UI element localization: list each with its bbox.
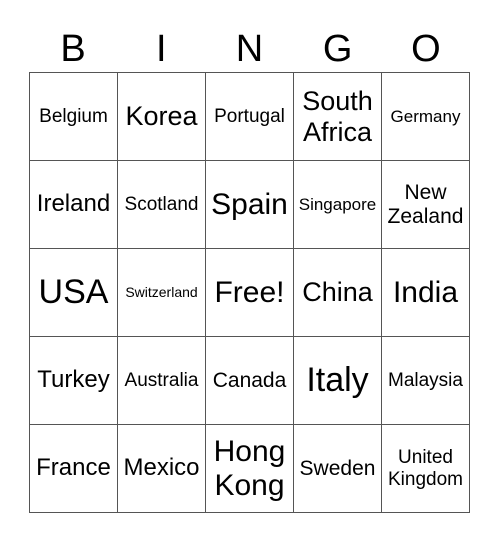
bingo-cell[interactable]: Spain <box>206 161 294 249</box>
bingo-cell[interactable]: Scotland <box>118 161 206 249</box>
bingo-cell[interactable]: Hong Kong <box>206 425 294 513</box>
bingo-cell[interactable]: China <box>294 249 382 337</box>
bingo-header: B I N G O <box>29 26 470 72</box>
bingo-cell[interactable]: South Africa <box>294 73 382 161</box>
header-letter-g: G <box>322 28 353 70</box>
bingo-cell[interactable]: Malaysia <box>382 337 470 425</box>
bingo-cell[interactable]: Belgium <box>30 73 118 161</box>
free-space-cell[interactable]: Free! <box>206 249 294 337</box>
bingo-grid: Belgium Korea Portugal South Africa Germ… <box>29 72 470 513</box>
bingo-cell[interactable]: Turkey <box>30 337 118 425</box>
header-letter-i: I <box>156 28 167 70</box>
bingo-cell[interactable]: Mexico <box>118 425 206 513</box>
bingo-cell[interactable]: Italy <box>294 337 382 425</box>
bingo-cell[interactable]: Singapore <box>294 161 382 249</box>
bingo-cell[interactable]: Germany <box>382 73 470 161</box>
bingo-cell[interactable]: Ireland <box>30 161 118 249</box>
bingo-cell[interactable]: Australia <box>118 337 206 425</box>
bingo-cell[interactable]: United Kingdom <box>382 425 470 513</box>
bingo-cell[interactable]: Korea <box>118 73 206 161</box>
bingo-cell[interactable]: France <box>30 425 118 513</box>
header-letter-n: N <box>235 28 264 70</box>
bingo-cell[interactable]: Sweden <box>294 425 382 513</box>
header-letter-b: B <box>60 28 86 70</box>
bingo-cell[interactable]: New Zealand <box>382 161 470 249</box>
bingo-cell[interactable]: Canada <box>206 337 294 425</box>
bingo-cell[interactable]: India <box>382 249 470 337</box>
bingo-cell[interactable]: Portugal <box>206 73 294 161</box>
bingo-cell[interactable]: Switzerland <box>118 249 206 337</box>
bingo-cell[interactable]: USA <box>30 249 118 337</box>
header-letter-o: O <box>411 28 441 70</box>
